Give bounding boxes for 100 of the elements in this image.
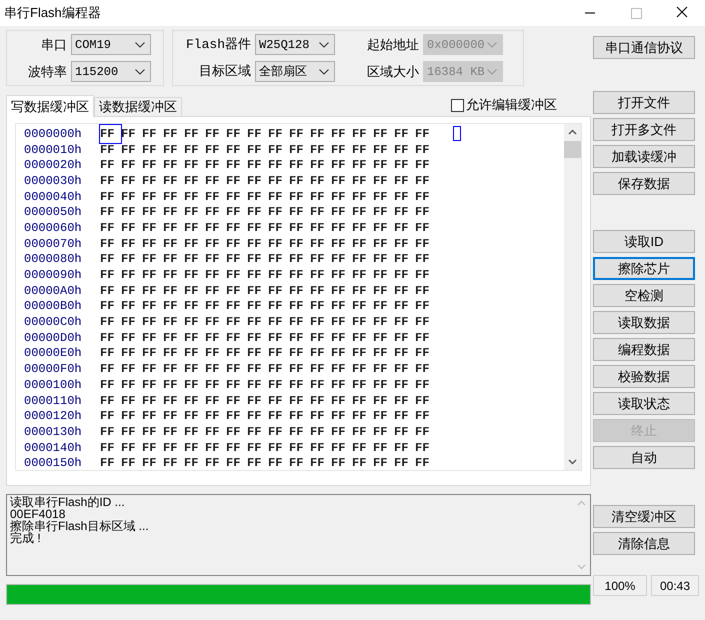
hex-byte: FF [310, 267, 326, 284]
action-button[interactable]: 清空缓冲区 [593, 505, 695, 528]
log-line: 00EF4018 [10, 508, 66, 520]
hex-byte: FF [415, 361, 430, 378]
hex-byte: FF [268, 204, 284, 222]
action-button[interactable]: 校验数据 [593, 365, 695, 388]
hex-byte[interactable]: FF [100, 124, 121, 143]
hex-byte: FF [226, 455, 242, 470]
hex-byte: FF [142, 455, 158, 470]
action-button[interactable]: 读取ID [593, 230, 695, 253]
action-button[interactable]: 编程数据 [593, 338, 695, 361]
hex-byte: FF [100, 424, 116, 441]
allow-edit-checkbox[interactable] [451, 98, 464, 112]
scrollbar[interactable] [564, 124, 581, 470]
hex-byte: FF [100, 455, 116, 470]
hex-byte: FF [394, 392, 410, 410]
address-label: 0000020h [23, 157, 83, 174]
hex-byte: FF [415, 314, 430, 332]
tab[interactable]: 读数据缓冲区 [94, 97, 182, 116]
hex-byte: FF [373, 298, 388, 316]
hex-byte: FF [394, 188, 410, 206]
hex-byte: FF [415, 267, 430, 284]
hex-byte: FF [394, 440, 410, 457]
dropdown[interactable]: 全部扇区 [255, 61, 335, 82]
hex-byte: FF [268, 314, 284, 332]
dropdown[interactable]: COM19 [71, 34, 151, 55]
hex-byte: FF [268, 126, 284, 143]
action-button[interactable]: 保存数据 [593, 172, 695, 195]
hex-byte: FF [352, 361, 368, 378]
hex-byte: FF [121, 172, 136, 190]
scroll-thumb[interactable] [564, 141, 581, 158]
hex-byte: FF [415, 251, 430, 268]
hex-byte: FF [100, 345, 116, 362]
hex-byte: FF [331, 204, 346, 222]
hex-byte: FF [163, 345, 178, 362]
action-button[interactable]: 打开多文件 [593, 118, 695, 141]
hex-byte: FF [142, 282, 158, 300]
field-label: 区域大小 [366, 62, 420, 81]
hex-byte: FF [142, 157, 158, 174]
address-label: 0000070h [23, 236, 83, 253]
hex-byte: FF [100, 188, 116, 206]
dropdown[interactable]: 115200 [71, 61, 151, 82]
hex-byte: FF [121, 251, 136, 268]
hex-byte: FF [184, 361, 200, 378]
hex-byte: FF [142, 408, 158, 426]
hex-byte: FF [289, 440, 304, 457]
action-button[interactable]: 加载读缓冲 [593, 145, 695, 168]
hex-byte: FF [142, 267, 158, 284]
action-button[interactable]: 空检测 [593, 284, 695, 307]
hex-byte: FF [205, 126, 220, 143]
address-label: 00000C0h [23, 314, 83, 332]
hex-byte: FF [373, 424, 388, 441]
address-label: 0000080h [23, 251, 83, 268]
action-button[interactable]: 擦除芯片 [593, 257, 695, 280]
hex-byte: FF [226, 345, 242, 362]
hex-byte: FF [268, 345, 284, 362]
hex-byte: FF [163, 392, 178, 410]
action-button[interactable]: 打开文件 [593, 91, 695, 114]
dropdown[interactable]: W25Q128 [255, 34, 335, 55]
hex-byte: FF [184, 298, 200, 316]
action-button[interactable]: 读取状态 [593, 392, 695, 415]
log-line: 完成 ! [10, 532, 41, 544]
hex-byte: FF [205, 236, 220, 253]
hex-byte: FF [226, 172, 242, 190]
hex-byte: FF [289, 361, 304, 378]
hex-byte: FF [394, 142, 410, 159]
hex-byte: FF [205, 172, 220, 190]
hex-byte: FF [142, 220, 158, 237]
hex-byte: FF [289, 126, 304, 143]
tab[interactable]: 写数据缓冲区 [6, 95, 94, 117]
chevron-down-icon [319, 42, 329, 48]
hex-byte: FF [121, 424, 136, 441]
action-button[interactable]: 自动 [593, 446, 695, 469]
hex-byte: FF [268, 188, 284, 206]
hex-byte: FF [184, 204, 200, 222]
address-label: 0000060h [23, 220, 83, 237]
address-label: 00000F0h [23, 361, 83, 378]
hex-byte: FF [142, 142, 158, 159]
hex-byte: FF [289, 314, 304, 332]
hex-byte: FF [163, 157, 178, 174]
hex-byte: FF [121, 298, 136, 316]
hex-byte: FF [310, 361, 326, 378]
hex-byte: FF [205, 392, 220, 410]
action-button[interactable]: 读取数据 [593, 311, 695, 334]
hex-byte: FF [373, 157, 388, 174]
action-button[interactable]: 串口通信协议 [593, 36, 695, 59]
action-button[interactable]: 清除信息 [593, 532, 695, 555]
hex-byte: FF [310, 204, 326, 222]
hex-byte: FF [163, 298, 178, 316]
hex-byte: FF [289, 236, 304, 253]
hex-byte: FF [310, 188, 326, 206]
hex-byte: FF [247, 220, 262, 237]
hex-byte: FF [100, 267, 116, 284]
hex-byte: FF [247, 455, 262, 470]
address-label: 00000A0h [23, 282, 83, 300]
hex-byte: FF [310, 298, 326, 316]
hex-byte: FF [100, 142, 116, 159]
hex-byte: FF [394, 455, 410, 470]
chevron-down-icon [319, 68, 329, 74]
hex-byte: FF [247, 424, 262, 441]
